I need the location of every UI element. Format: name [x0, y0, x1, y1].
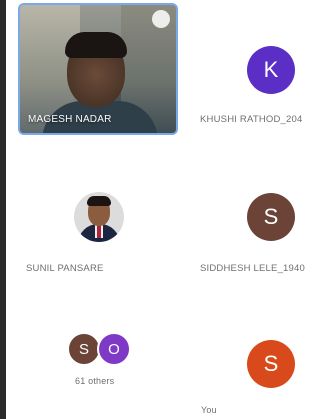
avatar-initial: S [263, 351, 279, 376]
self-avatar[interactable]: S [247, 340, 295, 388]
left-edge-bar [0, 0, 6, 419]
participant-name: SUNIL PANSARE [26, 263, 104, 274]
avatar-initial: O [108, 340, 120, 358]
pin-indicator-icon [152, 10, 170, 28]
participant-avatar[interactable]: K [247, 46, 295, 94]
participant-name: MAGESH NADAR [28, 114, 112, 125]
others-avatar[interactable]: O [97, 332, 131, 366]
avatar-initial: S [263, 204, 279, 229]
avatar-initial: S [78, 340, 89, 358]
others-count: 61 others [75, 376, 115, 386]
participant-name: SIDDHESH LELE_1940 [200, 263, 305, 274]
others-avatar[interactable]: S [67, 332, 101, 366]
self-label: You [201, 405, 217, 415]
photo-tie [97, 226, 101, 238]
participant-photo-avatar[interactable] [74, 192, 124, 242]
participant-avatar[interactable]: S [247, 193, 295, 241]
participant-name: KHUSHI RATHOD_204 [200, 114, 303, 125]
photo-hair [87, 196, 111, 206]
participant-video-tile[interactable]: MAGESH NADAR [18, 3, 178, 135]
video-person-hair [65, 32, 127, 58]
avatar-initial: K [263, 57, 279, 82]
